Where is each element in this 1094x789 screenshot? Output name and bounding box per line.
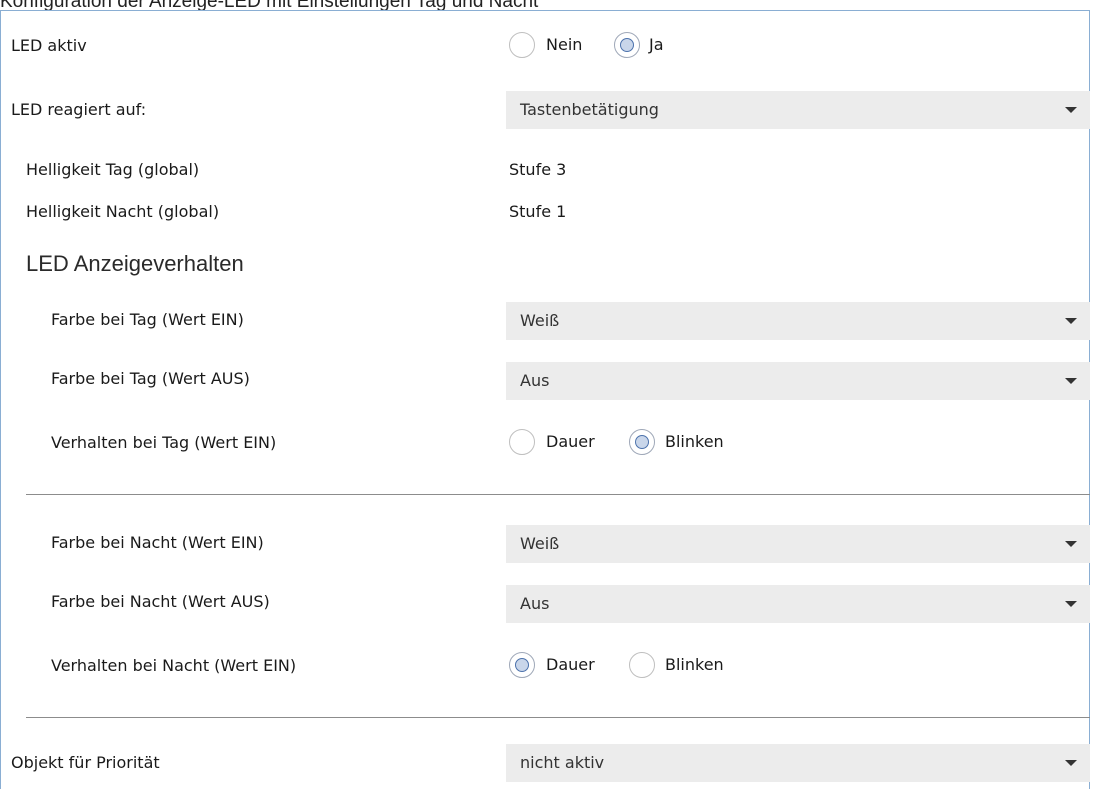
farbe-nacht-aus-value: Aus [520,594,550,613]
prioritaet-dropdown[interactable]: nicht aktiv [506,744,1090,782]
farbe-tag-ein-label: Farbe bei Tag (Wert EIN) [51,310,244,329]
verhalten-nacht-dauer-label[interactable]: Dauer [546,655,595,675]
verhalten-nacht-blinken-label[interactable]: Blinken [665,655,724,675]
farbe-nacht-ein-value: Weiß [520,534,560,553]
verhalten-tag-label: Verhalten bei Tag (Wert EIN) [51,433,277,452]
chevron-down-icon [1065,378,1077,384]
farbe-nacht-aus-label: Farbe bei Nacht (Wert AUS) [51,592,270,611]
farbe-nacht-ein-label: Farbe bei Nacht (Wert EIN) [51,533,264,552]
parameter-panel: LED aktiv Nein Ja LED reagiert auf: Tast… [0,10,1090,789]
chevron-down-icon [1065,601,1077,607]
helligkeit-tag-label: Helligkeit Tag (global) [26,160,200,179]
helligkeit-tag-value: Stufe 3 [509,160,567,179]
verhalten-nacht-dauer-radio[interactable] [509,652,535,678]
prioritaet-label: Objekt für Priorität [11,753,160,772]
verhalten-tag-radio-group: Dauer Blinken [509,429,769,459]
verhalten-tag-dauer-label[interactable]: Dauer [546,432,595,452]
led-reagiert-value: Tastenbetätigung [520,100,659,119]
led-aktiv-radio-group: Nein Ja [509,32,709,62]
prioritaet-value: nicht aktiv [520,753,605,772]
led-aktiv-ja-label[interactable]: Ja [649,35,664,55]
verhalten-nacht-blinken-radio[interactable] [629,652,655,678]
led-reagiert-dropdown[interactable]: Tastenbetätigung [506,91,1090,129]
section-title: LED Anzeigeverhalten [26,251,244,276]
led-aktiv-nein-radio[interactable] [509,32,535,58]
led-aktiv-label: LED aktiv [11,36,87,55]
verhalten-tag-blinken-radio[interactable] [629,429,655,455]
verhalten-tag-dauer-radio[interactable] [509,429,535,455]
led-aktiv-nein-label[interactable]: Nein [546,35,582,55]
separator [26,494,1090,495]
farbe-nacht-aus-dropdown[interactable]: Aus [506,585,1090,623]
verhalten-nacht-radio-group: Dauer Blinken [509,652,769,682]
helligkeit-nacht-value: Stufe 1 [509,202,567,221]
led-aktiv-ja-radio[interactable] [614,32,640,58]
farbe-tag-aus-dropdown[interactable]: Aus [506,362,1090,400]
farbe-nacht-ein-dropdown[interactable]: Weiß [506,525,1090,563]
chevron-down-icon [1065,107,1077,113]
chevron-down-icon [1065,541,1077,547]
helligkeit-nacht-label: Helligkeit Nacht (global) [26,202,220,221]
separator [26,717,1090,718]
farbe-tag-ein-dropdown[interactable]: Weiß [506,302,1090,340]
chevron-down-icon [1065,318,1077,324]
farbe-tag-aus-value: Aus [520,371,550,390]
led-reagiert-label: LED reagiert auf: [11,100,147,119]
verhalten-tag-blinken-label[interactable]: Blinken [665,432,724,452]
farbe-tag-ein-value: Weiß [520,311,560,330]
verhalten-nacht-label: Verhalten bei Nacht (Wert EIN) [51,656,297,675]
farbe-tag-aus-label: Farbe bei Tag (Wert AUS) [51,369,250,388]
chevron-down-icon [1065,760,1077,766]
